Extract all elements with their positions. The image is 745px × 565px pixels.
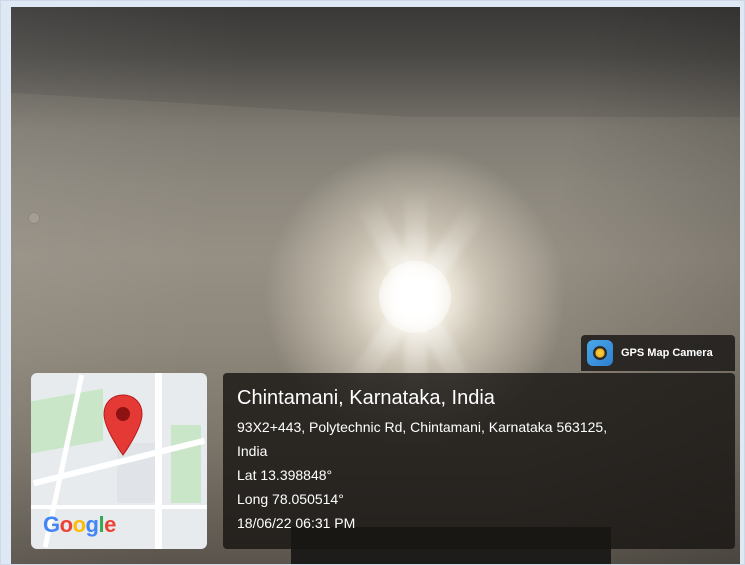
map-road xyxy=(155,373,162,549)
google-logo-letter: e xyxy=(104,512,116,537)
latitude: Lat 13.398848° xyxy=(237,467,333,483)
map-road xyxy=(31,505,207,509)
longitude: Long 78.050514° xyxy=(237,491,344,507)
light-glow xyxy=(379,261,451,333)
google-logo-letter: o xyxy=(59,512,73,537)
map-park-area xyxy=(171,425,201,503)
wall-fixture xyxy=(29,213,39,223)
address-line-2: India xyxy=(237,443,268,459)
google-logo-letter: G xyxy=(43,512,60,537)
location-title: Chintamani, Karnataka, India xyxy=(237,387,495,409)
gps-map-camera-badge: GPS Map Camera xyxy=(581,335,735,371)
location-info-panel: Chintamani, Karnataka, India 93X2+443, P… xyxy=(223,373,735,549)
map-thumbnail[interactable]: Google xyxy=(31,373,207,549)
google-logo-letter: g xyxy=(85,512,99,537)
map-pin-icon xyxy=(103,394,143,456)
datetime: 18/06/22 06:31 PM xyxy=(237,515,356,531)
screenshot-frame: GPS Map Camera Google Chintamani, Karnat… xyxy=(0,0,745,565)
gps-badge-label: GPS Map Camera xyxy=(621,347,713,359)
address-line-1: 93X2+443, Polytechnic Rd, Chintamani, Ka… xyxy=(237,419,608,435)
google-logo: Google xyxy=(43,512,116,538)
camera-app-icon xyxy=(587,340,613,366)
google-logo-letter: o xyxy=(72,512,86,537)
